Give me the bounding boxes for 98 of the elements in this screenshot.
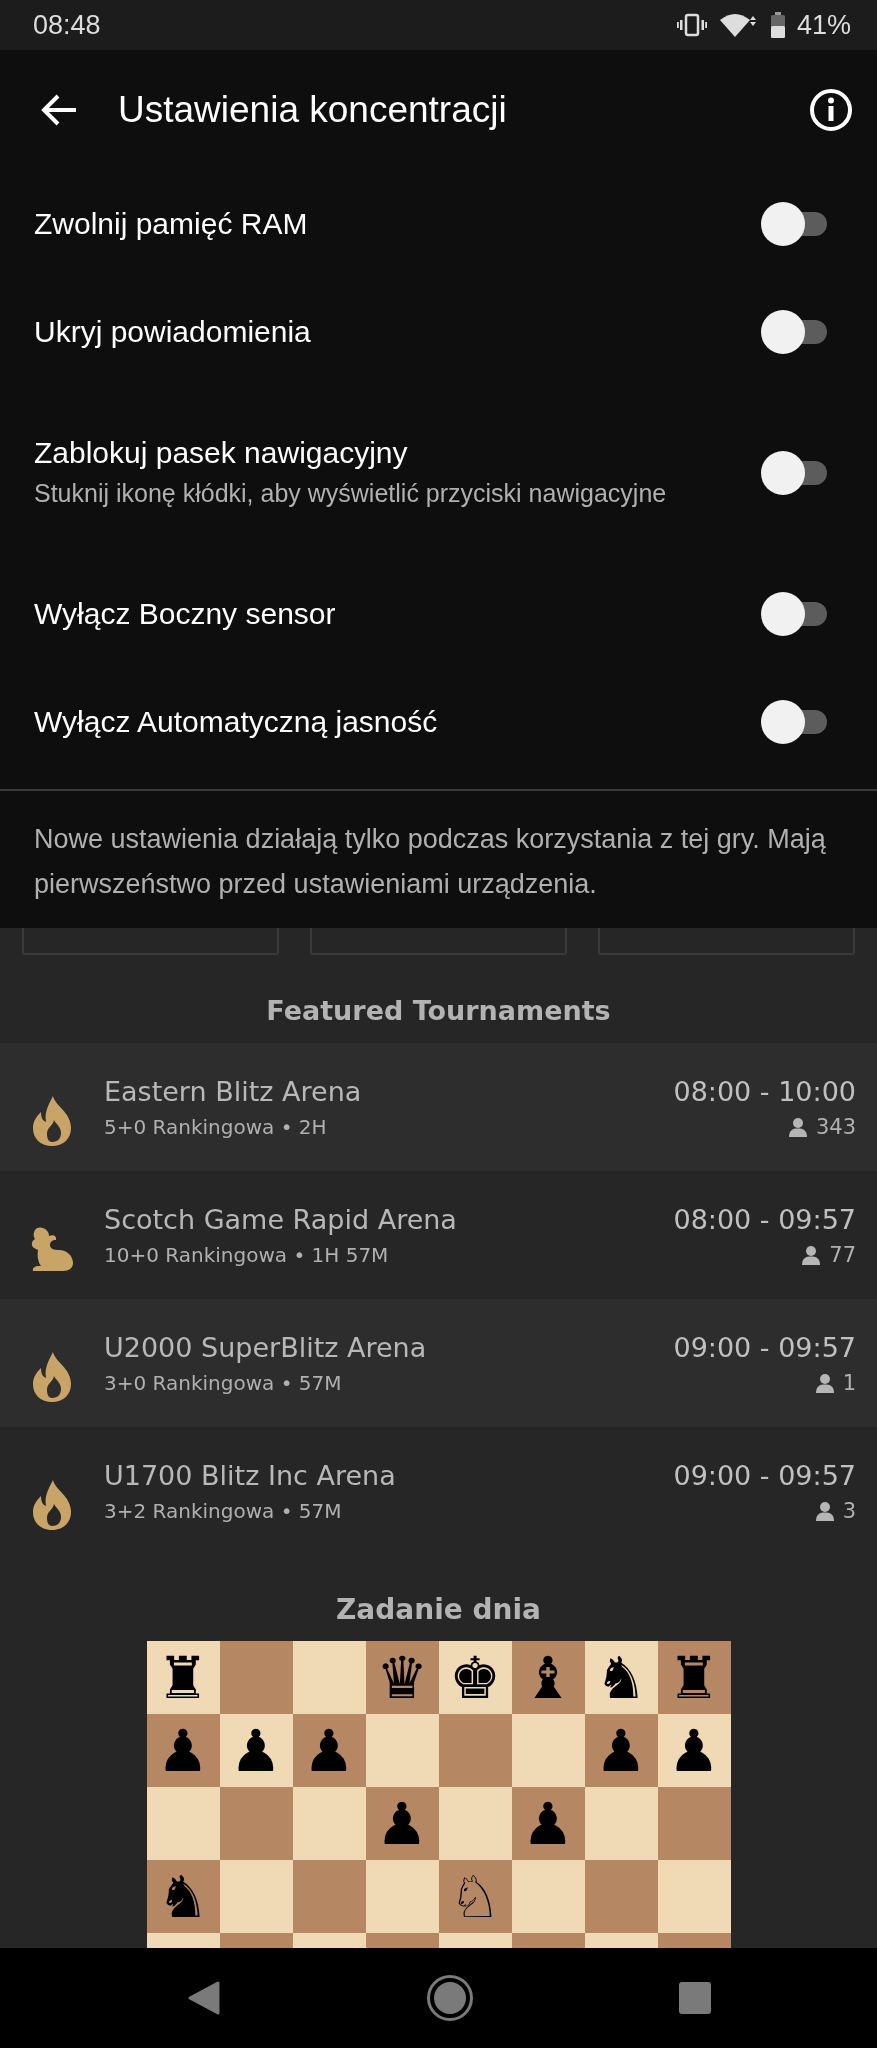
tournament-time: 08:00 - 10:00 xyxy=(673,1075,856,1107)
chess-piece[interactable]: ♜ xyxy=(668,1648,720,1707)
tournament-row[interactable]: Eastern Blitz Arena 5+0 Rankingowa • 2H 08:00 - 10:00 343 xyxy=(0,1043,877,1171)
chess-piece[interactable]: ♟ xyxy=(668,1721,720,1780)
flame-icon xyxy=(31,1352,73,1402)
settings-note: Nowe ustawienia działają tylko podczas korzystania z tej gry. Mają pierwszeństwo przed ustawieniami urządzenia. xyxy=(33,823,827,901)
recents-icon[interactable] xyxy=(679,1982,711,2014)
chess-piece[interactable]: ♞ xyxy=(157,1867,209,1926)
board-square[interactable] xyxy=(219,1641,293,1714)
tournament-details: 3+2 Rankingowa • 57M xyxy=(104,1498,342,1523)
tournament-name: Eastern Blitz Arena xyxy=(104,1075,362,1107)
player-count: 77 xyxy=(829,1242,856,1267)
board-square[interactable]: ♟ xyxy=(657,1714,731,1787)
board-square[interactable]: ♟ xyxy=(219,1714,293,1787)
board-square[interactable] xyxy=(292,1787,366,1860)
player-count: 3 xyxy=(842,1498,856,1523)
section-title: Zadanie dnia xyxy=(335,1592,542,1628)
board-square[interactable] xyxy=(657,1860,731,1933)
flame-icon xyxy=(31,1480,73,1530)
flame-icon xyxy=(31,1096,73,1146)
board-square[interactable]: ♟ xyxy=(584,1714,658,1787)
back-arrow-icon[interactable] xyxy=(40,93,78,127)
person-icon xyxy=(814,1500,835,1521)
board-square[interactable]: ♜ xyxy=(657,1641,731,1714)
board-square[interactable] xyxy=(219,1787,293,1860)
screen-title: Ustawienia koncentracji xyxy=(118,89,508,131)
chess-piece[interactable]: ♚ xyxy=(449,1648,501,1707)
board-square[interactable]: ♘ xyxy=(438,1860,512,1933)
board-square[interactable]: ♜ xyxy=(146,1641,220,1714)
section-title: Featured Tournaments xyxy=(265,994,612,1028)
board-square[interactable] xyxy=(146,1787,220,1860)
chess-piece[interactable]: ♛ xyxy=(376,1648,428,1707)
board-square[interactable] xyxy=(438,1787,512,1860)
board-square[interactable]: ♟ xyxy=(146,1714,220,1787)
chess-piece[interactable]: ♟ xyxy=(522,1794,574,1853)
tournament-details: 3+0 Rankingowa • 57M xyxy=(104,1370,342,1395)
tournament-name: Scotch Game Rapid Arena xyxy=(104,1203,457,1235)
board-square[interactable] xyxy=(292,1641,366,1714)
board-square[interactable] xyxy=(219,1860,293,1933)
chess-piece[interactable]: ♟ xyxy=(157,1721,209,1780)
board-square[interactable]: ♛ xyxy=(365,1641,439,1714)
board-square[interactable] xyxy=(511,1714,585,1787)
board-square[interactable] xyxy=(584,1860,658,1933)
chess-piece[interactable]: ♜ xyxy=(157,1648,209,1707)
battery-percent: 41% xyxy=(796,9,851,41)
board-square[interactable]: ♟ xyxy=(511,1787,585,1860)
board-square[interactable] xyxy=(438,1714,512,1787)
person-icon xyxy=(801,1244,822,1265)
board-square[interactable]: ♞ xyxy=(146,1860,220,1933)
board-square[interactable] xyxy=(584,1787,658,1860)
board-square[interactable] xyxy=(365,1714,439,1787)
toggle-switch[interactable] xyxy=(761,202,827,246)
board-square[interactable] xyxy=(292,1860,366,1933)
chess-piece[interactable]: ♟ xyxy=(376,1794,428,1853)
toggle-switch[interactable] xyxy=(761,700,827,744)
chess-piece[interactable]: ♞ xyxy=(595,1648,647,1707)
board-square[interactable] xyxy=(657,1787,731,1860)
tournament-details: 10+0 Rankingowa • 1H 57M xyxy=(104,1242,389,1267)
battery-icon xyxy=(770,12,785,38)
board-square[interactable]: ♟ xyxy=(365,1787,439,1860)
setting-description: Stuknij ikonę kłódki, aby wyświetlić przyciski nawigacyjne xyxy=(34,478,667,509)
chess-piece[interactable]: ♟ xyxy=(595,1721,647,1780)
board-square[interactable]: ♝ xyxy=(511,1641,585,1714)
setting-label: Zwolnij pamięć RAM xyxy=(34,206,308,242)
setting-label: Wyłącz Boczny sensor xyxy=(34,596,336,632)
toggle-switch[interactable] xyxy=(761,310,827,354)
board-square[interactable] xyxy=(365,1860,439,1933)
tournament-name: U2000 SuperBlitz Arena xyxy=(104,1331,427,1363)
tournament-details: 5+0 Rankingowa • 2H xyxy=(104,1114,327,1139)
rabbit-icon xyxy=(29,1226,75,1272)
setting-label: Zablokuj pasek nawigacyjny xyxy=(34,435,408,471)
tournament-time: 09:00 - 09:57 xyxy=(673,1331,856,1363)
toggle-switch[interactable] xyxy=(761,592,827,636)
wifi-icon xyxy=(718,12,759,38)
board-square[interactable] xyxy=(511,1860,585,1933)
chess-piece[interactable]: ♝ xyxy=(522,1648,574,1707)
chess-piece[interactable]: ♟ xyxy=(230,1721,282,1780)
vibrate-icon xyxy=(676,13,707,37)
board-square[interactable]: ♚ xyxy=(438,1641,512,1714)
tournament-time: 08:00 - 09:57 xyxy=(673,1203,856,1235)
status-time: 08:48 xyxy=(33,9,101,41)
tournament-time: 09:00 - 09:57 xyxy=(673,1459,856,1491)
toggle-switch[interactable] xyxy=(761,451,827,495)
board-square[interactable]: ♞ xyxy=(584,1641,658,1714)
person-icon xyxy=(814,1372,835,1393)
chess-piece[interactable]: ♘ xyxy=(449,1867,501,1926)
player-count: 343 xyxy=(815,1114,856,1139)
tournament-row[interactable]: U2000 SuperBlitz Arena 3+0 Rankingowa • 57M 09:00 - 09:57 1 xyxy=(0,1299,877,1427)
info-icon[interactable] xyxy=(809,88,853,132)
back-icon[interactable] xyxy=(188,1981,220,2015)
player-count: 1 xyxy=(842,1370,856,1395)
person-icon xyxy=(787,1116,808,1137)
chess-piece[interactable]: ♟ xyxy=(303,1721,355,1780)
setting-label: Wyłącz Automatyczną jasność xyxy=(34,704,438,740)
setting-label: Ukryj powiadomienia xyxy=(34,314,311,350)
home-icon[interactable] xyxy=(425,1974,474,2022)
board-square[interactable]: ♟ xyxy=(292,1714,366,1787)
tournament-name: U1700 Blitz Inc Arena xyxy=(104,1459,396,1491)
